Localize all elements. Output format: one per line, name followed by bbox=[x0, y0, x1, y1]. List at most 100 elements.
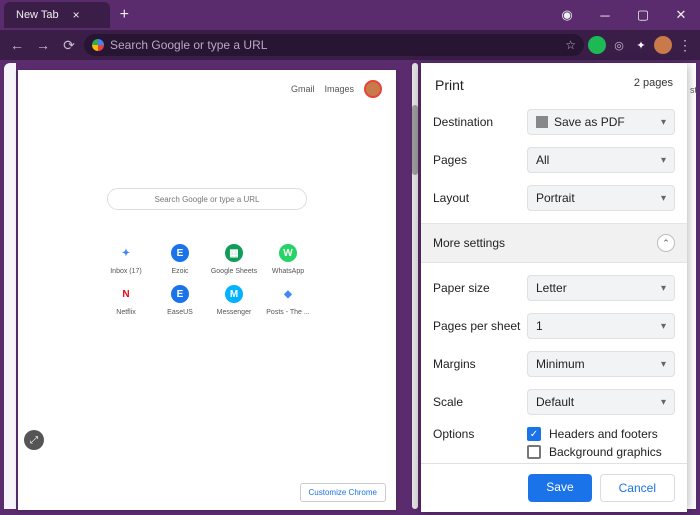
headers-footers-label: Headers and footers bbox=[549, 427, 658, 441]
preview-header: Gmail Images bbox=[18, 70, 396, 108]
profile-avatar[interactable] bbox=[654, 36, 672, 54]
page-count: 2 pages bbox=[634, 77, 673, 93]
chevron-down-icon: ▾ bbox=[661, 283, 666, 294]
chevron-up-icon: ⌃ bbox=[657, 234, 675, 252]
shortcut-tile: N Netflix bbox=[101, 285, 151, 316]
gmail-link: Gmail bbox=[291, 84, 315, 94]
cancel-button-label: Cancel bbox=[619, 481, 656, 495]
shortcut-label: Netflix bbox=[101, 309, 151, 316]
destination-row: Destination Save as PDF ▾ bbox=[421, 103, 687, 141]
shortcut-tile: EEaseUS bbox=[155, 285, 205, 316]
maximize-button[interactable]: ▢ bbox=[624, 1, 662, 29]
cancel-button[interactable]: Cancel bbox=[600, 474, 675, 502]
scale-row: Scale Default ▾ bbox=[421, 383, 687, 421]
options-row: Options ✓ Headers and footers bbox=[421, 421, 687, 441]
destination-label: Destination bbox=[433, 115, 527, 129]
more-settings-label: More settings bbox=[433, 236, 505, 250]
margins-select[interactable]: Minimum ▾ bbox=[527, 351, 675, 377]
paper-size-value: Letter bbox=[536, 281, 567, 295]
back-icon[interactable]: ← bbox=[6, 37, 28, 53]
shortcut-icon: E bbox=[171, 285, 189, 303]
reload-icon[interactable]: ⟳ bbox=[58, 37, 80, 54]
save-button-label: Save bbox=[546, 480, 573, 494]
shortcut-label: Ezoic bbox=[155, 268, 205, 275]
print-dialog: Print 2 pages Destination Save as PDF ▾ … bbox=[421, 63, 687, 509]
background-graphics-row: Background graphics bbox=[421, 441, 687, 463]
paper-size-label: Paper size bbox=[433, 281, 527, 295]
new-tab-button[interactable]: + bbox=[120, 6, 129, 24]
layout-value: Portrait bbox=[536, 191, 575, 205]
destination-value: Save as PDF bbox=[554, 115, 625, 129]
shortcut-label: Messenger bbox=[209, 309, 259, 316]
dialog-footer: Save Cancel bbox=[421, 463, 687, 512]
menu-icon[interactable]: ⋮ bbox=[676, 37, 694, 54]
expand-icon[interactable]: ⤢ bbox=[24, 430, 44, 450]
omnibox[interactable]: Search Google or type a URL ☆ bbox=[84, 34, 584, 56]
pages-select[interactable]: All ▾ bbox=[527, 147, 675, 173]
background-text: st bbox=[690, 85, 697, 95]
print-dialog-header: Print 2 pages bbox=[421, 63, 687, 103]
customize-chrome-button[interactable]: Customize Chrome bbox=[300, 483, 386, 502]
window-controls: ─ ▢ ✕ bbox=[586, 1, 700, 29]
scale-label: Scale bbox=[433, 395, 527, 409]
shortcut-tile: ◆ Posts - The ... bbox=[263, 285, 313, 316]
window-titlebar: New Tab × + ◉ ─ ▢ ✕ bbox=[0, 0, 700, 30]
extension-icon[interactable] bbox=[588, 36, 606, 54]
pages-per-sheet-label: Pages per sheet bbox=[433, 319, 527, 333]
layout-row: Layout Portrait ▾ bbox=[421, 179, 687, 217]
preview-search-pill: Search Google or type a URL bbox=[107, 188, 307, 210]
pages-per-sheet-select[interactable]: 1 ▾ bbox=[527, 313, 675, 339]
shortcut-tile: WWhatsApp bbox=[263, 244, 313, 275]
chevron-down-icon: ▾ bbox=[661, 359, 666, 370]
margins-row: Margins Minimum ▾ bbox=[421, 345, 687, 383]
google-icon bbox=[92, 39, 104, 51]
layout-label: Layout bbox=[433, 191, 527, 205]
scrollbar-thumb[interactable] bbox=[412, 105, 418, 175]
shortcut-icon: M bbox=[225, 285, 243, 303]
close-window-button[interactable]: ✕ bbox=[662, 1, 700, 29]
background-graphics-label: Background graphics bbox=[549, 445, 662, 459]
layout-select[interactable]: Portrait ▾ bbox=[527, 185, 675, 211]
shortcut-icon: W bbox=[279, 244, 297, 262]
pages-row: Pages All ▾ bbox=[421, 141, 687, 179]
headers-footers-checkbox[interactable]: ✓ bbox=[527, 427, 541, 441]
close-tab-icon[interactable]: × bbox=[73, 8, 80, 22]
save-button[interactable]: Save bbox=[528, 474, 591, 502]
images-link: Images bbox=[324, 84, 354, 94]
shortcut-label: Google Sheets bbox=[209, 268, 259, 275]
pdf-icon bbox=[536, 116, 548, 128]
scale-select[interactable]: Default ▾ bbox=[527, 389, 675, 415]
shortcut-icon: E bbox=[171, 244, 189, 262]
more-settings-toggle[interactable]: More settings ⌃ bbox=[421, 223, 687, 263]
scale-value: Default bbox=[536, 395, 574, 409]
chevron-down-icon: ▾ bbox=[661, 117, 666, 128]
paper-size-select[interactable]: Letter ▾ bbox=[527, 275, 675, 301]
shortcut-label: Posts - The ... bbox=[263, 309, 313, 316]
shortcut-icon: ✦ bbox=[117, 244, 135, 262]
pages-per-sheet-value: 1 bbox=[536, 319, 543, 333]
margins-label: Margins bbox=[433, 357, 527, 371]
extension-icon[interactable]: ◎ bbox=[610, 36, 628, 54]
print-preview-page: Gmail Images Search Google or type a URL… bbox=[18, 70, 396, 510]
omnibox-placeholder: Search Google or type a URL bbox=[110, 38, 267, 52]
paper-size-row: Paper size Letter ▾ bbox=[421, 269, 687, 307]
shortcut-tile: ✦Inbox (17) bbox=[101, 244, 151, 275]
content-area: st Gmail Images Search Google or type a … bbox=[0, 60, 700, 515]
chevron-down-icon: ▾ bbox=[661, 155, 666, 166]
forward-icon[interactable]: → bbox=[32, 37, 54, 53]
browser-tab[interactable]: New Tab × bbox=[4, 2, 110, 28]
destination-select[interactable]: Save as PDF ▾ bbox=[527, 109, 675, 135]
print-title: Print bbox=[435, 77, 464, 93]
background-edge bbox=[4, 63, 16, 509]
shortcut-icon: N bbox=[117, 285, 135, 303]
shortcut-icon: ◆ bbox=[279, 285, 297, 303]
minimize-button[interactable]: ─ bbox=[586, 1, 624, 29]
background-graphics-checkbox[interactable] bbox=[527, 445, 541, 459]
incognito-icon: ◉ bbox=[548, 1, 586, 29]
chevron-down-icon: ▾ bbox=[661, 193, 666, 204]
tab-title: New Tab bbox=[16, 9, 59, 21]
pages-value: All bbox=[536, 153, 549, 167]
shortcut-icon: ▦ bbox=[225, 244, 243, 262]
bookmark-icon[interactable]: ☆ bbox=[565, 38, 576, 52]
extensions-puzzle-icon[interactable]: ✦ bbox=[632, 36, 650, 54]
